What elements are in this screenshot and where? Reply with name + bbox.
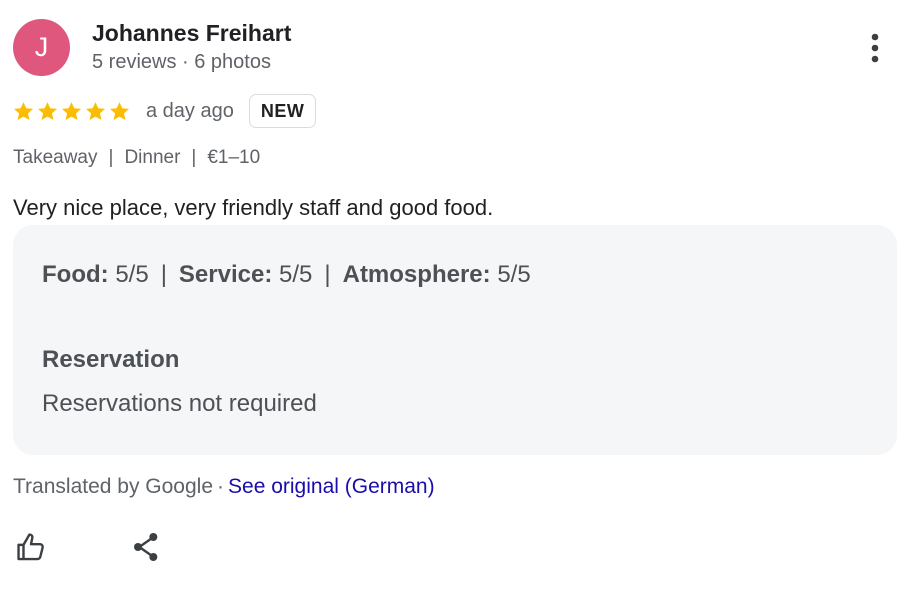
tag-price: €1–10 (207, 147, 261, 168)
star-icon (86, 101, 105, 120)
tag-takeaway: Takeaway (13, 147, 98, 168)
see-original-link[interactable]: See original (German) (228, 475, 435, 498)
avatar[interactable]: J (13, 19, 70, 76)
food-label: Food: (42, 261, 109, 288)
share-icon (134, 533, 158, 561)
star-icon (14, 101, 33, 120)
reservation-value: Reservations not required (42, 390, 317, 417)
tag-separator: | (191, 147, 197, 168)
star-icon (62, 101, 81, 120)
reviewer-name[interactable]: Johannes Freihart (92, 20, 291, 47)
new-badge: NEW (248, 94, 317, 128)
atmosphere-label: Atmosphere: (342, 261, 491, 288)
review-details-panel: Food: 5/5 | Service: 5/5 | Atmosphere: 5/5 R… (13, 225, 897, 455)
ratings-separator: | (160, 261, 167, 288)
review-date: a day ago (146, 99, 234, 122)
share-button[interactable] (126, 527, 166, 567)
avatar-initial: J (34, 32, 49, 62)
review-text: Very nice place, very friendly staff and… (13, 195, 494, 220)
translation-dot: · (217, 475, 225, 498)
service-label: Service: (178, 261, 273, 288)
ratings-separator: | (324, 261, 331, 288)
more-options-button[interactable] (855, 28, 895, 68)
atmosphere-value: 5/5 (497, 261, 531, 288)
sub-ratings: Food: 5/5 | Service: 5/5 | Atmosphere: 5/5 (42, 261, 531, 289)
review-tags: Takeaway | Dinner | €1–10 (13, 147, 260, 169)
rating-row: a day ago NEW (12, 92, 317, 130)
reviewer-meta[interactable]: 5 reviews · 6 photos (92, 51, 271, 74)
thumbs-up-icon (17, 533, 44, 561)
more-vertical-icon (871, 33, 879, 63)
tag-separator: | (108, 147, 114, 168)
reservation-title: Reservation (42, 346, 180, 373)
star-icon (38, 101, 57, 120)
star-rating (12, 100, 131, 123)
service-value: 5/5 (279, 261, 313, 288)
food-value: 5/5 (115, 261, 149, 288)
star-icon (110, 101, 129, 120)
translation-notice: Translated by Google · See original (Germa… (13, 475, 435, 499)
translated-by-label: Translated by Google (13, 475, 214, 498)
tag-dinner: Dinner (124, 147, 181, 168)
like-button[interactable] (12, 527, 52, 567)
